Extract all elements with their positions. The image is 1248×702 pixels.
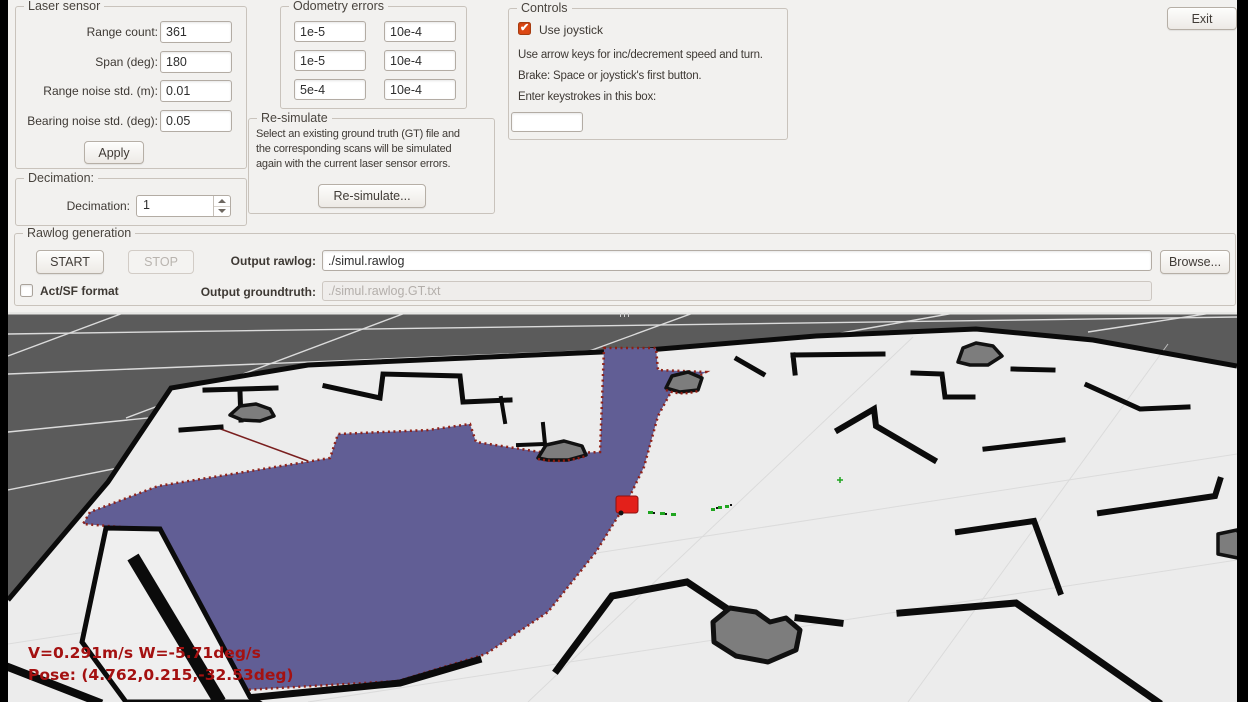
controls-text-line3: Enter keystrokes in this box: [518,91,656,103]
odometry-error-input-4[interactable] [384,50,456,71]
spinner-down-button[interactable] [214,206,230,216]
range-noise-input[interactable] [160,80,232,102]
hud-pose-text: Pose: (4.762,0.215,-32.53deg) [28,666,294,684]
arrow-down-icon [218,209,226,213]
odometry-error-input-6[interactable] [384,79,456,100]
browse-button[interactable]: Browse... [1160,250,1230,274]
bearing-noise-label: Bearing noise std. (deg): [18,114,158,128]
actsf-format-checkbox[interactable] [20,284,33,297]
obstacle-blob [1218,530,1237,558]
decimation-group-title: Decimation: [24,171,98,185]
use-joystick-label: Use joystick [539,23,603,37]
obstacle-blob [958,343,1002,365]
3d-viewport[interactable]: V=0.291m/s W=-5.71deg/s Pose: (4.762,0.2… [8,312,1237,702]
robot-marker [616,496,638,516]
output-groundtruth-input [322,281,1152,301]
span-label: Span (deg): [18,55,158,69]
arrow-up-icon [218,199,226,203]
range-count-input[interactable] [160,21,232,43]
application-window: Laser sensor Range count: Span (deg): Ra… [0,0,1248,702]
resimulate-text-line3: again with the current laser sensor erro… [256,158,450,170]
controls-group-title: Controls [517,1,572,15]
exit-button[interactable]: Exit [1167,7,1237,30]
3d-scene: V=0.291m/s W=-5.71deg/s Pose: (4.762,0.2… [8,312,1237,702]
output-rawlog-input[interactable] [322,250,1152,271]
resimulate-text-line2: the corresponding scans will be simulate… [256,143,451,155]
start-button[interactable]: START [36,250,104,274]
decimation-label: Decimation: [18,199,130,213]
obstacle-blob [666,372,702,392]
resimulate-group-title: Re-simulate [257,111,332,125]
keystroke-input[interactable] [511,112,583,132]
output-groundtruth-label: Output groundtruth: [176,285,316,299]
controls-text-line2: Brake: Space or joystick's first button. [518,70,701,82]
odometry-error-input-5[interactable] [294,79,366,100]
odometry-errors-group-title: Odometry errors [289,0,388,13]
decimation-spinner[interactable]: 1 [136,195,231,217]
odometry-error-input-2[interactable] [384,21,456,42]
viewport-top-strip [8,312,1237,315]
apply-button[interactable]: Apply [84,141,144,164]
actsf-format-label: Act/SF format [40,284,119,298]
range-noise-label: Range noise std. (m): [18,84,158,98]
controls-text-line1: Use arrow keys for inc/decrement speed a… [518,49,763,61]
hud-velocity-text: V=0.291m/s W=-5.71deg/s [28,644,261,662]
decimation-value: 1 [143,198,150,212]
control-panel: Laser sensor Range count: Span (deg): Ra… [8,0,1237,312]
output-rawlog-label: Output rawlog: [176,254,316,268]
bearing-noise-input[interactable] [160,110,232,132]
range-count-label: Range count: [18,25,158,39]
use-joystick-checkbox[interactable] [518,22,531,35]
resimulate-text-line1: Select an existing ground truth (GT) fil… [256,128,460,140]
resimulate-button[interactable]: Re-simulate... [318,184,426,208]
span-input[interactable] [160,51,232,73]
odometry-error-input-1[interactable] [294,21,366,42]
rawlog-generation-group-title: Rawlog generation [23,226,135,240]
laser-sensor-group-title: Laser sensor [24,0,104,13]
odometry-error-input-3[interactable] [294,50,366,71]
